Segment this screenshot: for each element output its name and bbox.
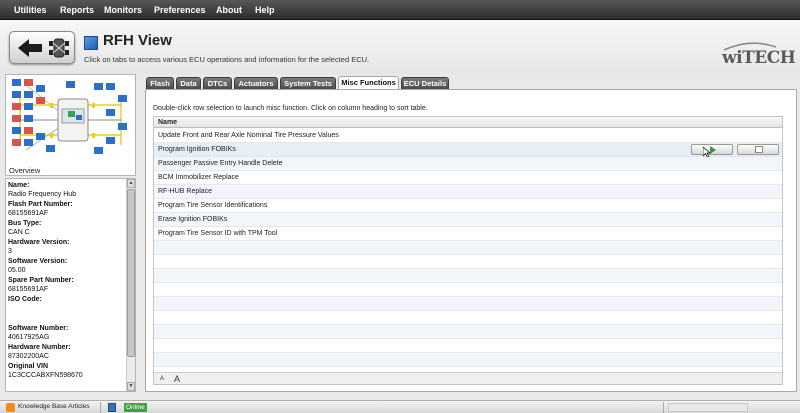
tab-ecu-details[interactable]: ECU Details bbox=[401, 77, 449, 89]
table-row[interactable]: Passenger Passive Entry Handle Delete bbox=[154, 157, 782, 171]
tab-actuators[interactable]: Actuators bbox=[234, 77, 278, 89]
knowledge-base-link[interactable]: Knowledge Base Articles bbox=[18, 403, 90, 410]
info-value: 68155691AF bbox=[8, 286, 49, 293]
table-row-empty bbox=[154, 311, 782, 325]
online-status-badge: Online bbox=[124, 403, 147, 412]
overview-label: Overview bbox=[9, 166, 41, 175]
tab-misc-functions[interactable]: Misc Functions bbox=[338, 76, 399, 90]
status-bar: Knowledge Base Articles Online bbox=[0, 400, 800, 413]
menu-reports[interactable]: Reports bbox=[60, 5, 94, 15]
table-row[interactable]: Erase Ignition FOBIKs bbox=[154, 213, 782, 227]
row-label: BCM Immobilizer Replace bbox=[158, 174, 239, 181]
menu-utilities[interactable]: Utilities bbox=[14, 5, 47, 15]
table-row[interactable]: BCM Immobilizer Replace bbox=[154, 171, 782, 185]
info-value: 40617925AG bbox=[8, 334, 50, 341]
ecu-info-panel: Name: Radio Frequency Hub Flash Part Num… bbox=[5, 178, 136, 392]
table-row[interactable]: Program Tire Sensor Identifications bbox=[154, 199, 782, 213]
column-header-name[interactable]: Name bbox=[154, 117, 782, 128]
tab-system-tests[interactable]: System Tests bbox=[280, 77, 336, 89]
table-row-empty bbox=[154, 283, 782, 297]
row-label: RF-HUB Replace bbox=[158, 188, 213, 195]
back-button[interactable] bbox=[9, 31, 75, 64]
info-label: ISO Code: bbox=[8, 296, 42, 303]
page-header: RFH View Click on tabs to access various… bbox=[0, 20, 800, 74]
table-row-empty bbox=[154, 297, 782, 311]
table-row[interactable]: Program Tire Sensor ID with TPM Tool bbox=[154, 227, 782, 241]
table-row-empty bbox=[154, 339, 782, 353]
logo-text: wiTECH bbox=[722, 48, 796, 68]
font-smaller-button[interactable]: A bbox=[160, 376, 164, 382]
info-scrollbar[interactable]: ▲ ▼ bbox=[126, 179, 135, 391]
page-title: RFH View bbox=[103, 32, 172, 49]
tab-data[interactable]: Data bbox=[176, 77, 201, 89]
instruction-text: Double-click row selection to launch mis… bbox=[153, 105, 428, 112]
info-value: 05.00 bbox=[8, 267, 26, 274]
scroll-up-icon[interactable]: ▲ bbox=[127, 179, 135, 188]
menu-about[interactable]: About bbox=[216, 5, 242, 15]
divider bbox=[663, 402, 664, 413]
document-button[interactable] bbox=[737, 144, 779, 155]
run-function-button[interactable] bbox=[691, 144, 733, 155]
info-value: 87302200AC bbox=[8, 353, 49, 360]
table-footer: A A bbox=[154, 372, 782, 384]
scroll-thumb[interactable] bbox=[127, 189, 135, 357]
info-label: Software Number: bbox=[8, 325, 69, 332]
table-row-selected[interactable]: Program Ignition FOBIKs bbox=[154, 143, 782, 158]
info-label: Bus Type: bbox=[8, 220, 42, 227]
info-label: Hardware Version: bbox=[8, 239, 70, 246]
rss-icon[interactable] bbox=[6, 403, 15, 412]
status-progress-slot bbox=[668, 403, 748, 412]
scroll-down-icon[interactable]: ▼ bbox=[127, 382, 135, 391]
document-icon bbox=[755, 146, 763, 153]
row-label: Update Front and Rear Axle Nominal Tire … bbox=[158, 132, 339, 139]
table-row-empty bbox=[154, 241, 782, 255]
info-value: Radio Frequency Hub bbox=[8, 191, 77, 198]
table-row-empty bbox=[154, 353, 782, 367]
info-value: CAN C bbox=[8, 229, 30, 236]
misc-functions-table: Name Update Front and Rear Axle Nominal … bbox=[153, 116, 783, 385]
ecu-square-icon bbox=[84, 36, 98, 50]
car-topology-icon bbox=[49, 38, 69, 58]
info-label: Spare Part Number: bbox=[8, 277, 74, 284]
info-label: Hardware Number: bbox=[8, 344, 71, 351]
back-arrow-icon bbox=[18, 39, 42, 57]
misc-functions-panel: Double-click row selection to launch mis… bbox=[145, 89, 797, 392]
info-label: Original VIN bbox=[8, 363, 49, 370]
menu-help[interactable]: Help bbox=[255, 5, 275, 15]
table-row-empty bbox=[154, 255, 782, 269]
divider bbox=[100, 402, 101, 413]
network-icon bbox=[108, 403, 116, 412]
info-label: Flash Part Number: bbox=[8, 201, 73, 208]
info-label: Software Version: bbox=[8, 258, 68, 265]
info-value: 68155691AF bbox=[8, 210, 49, 217]
tab-flash[interactable]: Flash bbox=[146, 77, 174, 89]
info-value: 1C3CCCABXFN598670 bbox=[8, 372, 83, 379]
menu-preferences[interactable]: Preferences bbox=[154, 5, 206, 15]
table-row-empty bbox=[154, 269, 782, 283]
row-label: Passenger Passive Entry Handle Delete bbox=[158, 160, 283, 167]
menu-bar: Utilities Reports Monitors Preferences A… bbox=[0, 0, 800, 20]
row-label: Program Tire Sensor ID with TPM Tool bbox=[158, 230, 278, 237]
table-row-empty bbox=[154, 325, 782, 339]
topology-diagram bbox=[6, 75, 135, 163]
info-label: Name: bbox=[8, 182, 30, 189]
row-label: Erase Ignition FOBIKs bbox=[158, 216, 228, 223]
page-subtitle: Click on tabs to access various ECU oper… bbox=[84, 55, 370, 64]
info-value: 3 bbox=[8, 248, 12, 255]
row-label: Program Ignition FOBIKs bbox=[158, 146, 236, 153]
row-label: Program Tire Sensor Identifications bbox=[158, 202, 268, 209]
menu-monitors[interactable]: Monitors bbox=[104, 5, 142, 15]
tab-dtcs[interactable]: DTCs bbox=[203, 77, 232, 89]
table-row[interactable]: Update Front and Rear Axle Nominal Tire … bbox=[154, 129, 782, 143]
table-row[interactable]: RF-HUB Replace bbox=[154, 185, 782, 199]
witech-logo: wiTECH bbox=[718, 41, 796, 71]
font-larger-button[interactable]: A bbox=[174, 374, 180, 384]
topology-overview[interactable]: Overview bbox=[5, 74, 136, 176]
